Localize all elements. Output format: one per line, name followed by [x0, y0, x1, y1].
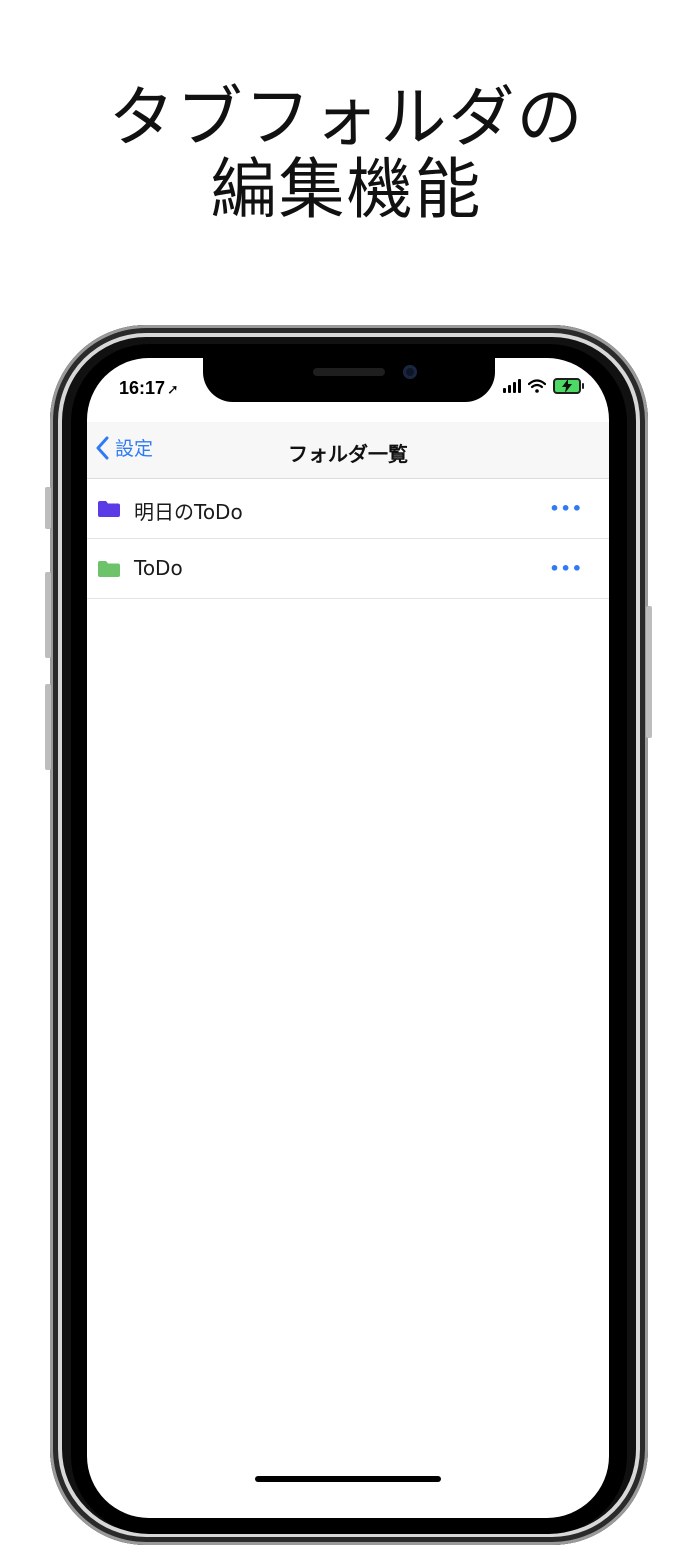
folder-name: ToDo [134, 556, 183, 580]
folder-name: 明日のToDo [134, 500, 243, 524]
cellular-signal-icon [503, 379, 521, 393]
notch [203, 358, 495, 402]
speaker-grille [313, 368, 385, 376]
status-indicators [503, 378, 584, 394]
more-options-button[interactable]: ••• [549, 499, 583, 518]
navigation-bar: 設定 フォルダ一覧 [87, 422, 609, 479]
headline-line-1: タブフォルダの [108, 79, 585, 156]
promo-headline: タブフォルダの 編集機能 [0, 82, 693, 226]
phone-side-button-silent [45, 487, 51, 529]
headline-line-2: 編集機能 [210, 151, 483, 228]
phone-screen: 16:17 ➚ 設定 フォルダ一覧 明日のToDo ••• ToDo ••• [87, 358, 609, 1518]
phone-side-button-power [646, 606, 652, 738]
folder-row[interactable]: ToDo ••• [87, 539, 609, 599]
folder-icon [98, 561, 120, 577]
front-camera [403, 365, 417, 379]
page-title: フォルダ一覧 [288, 442, 408, 466]
folder-icon [98, 501, 120, 517]
status-time: 16:17 ➚ [119, 378, 179, 399]
battery-charging-icon [553, 378, 584, 394]
phone-side-button-volume-down [45, 684, 51, 770]
phone-side-button-volume-up [45, 572, 51, 658]
wifi-icon [528, 379, 546, 393]
home-indicator[interactable] [255, 1476, 441, 1482]
location-arrow-icon: ➚ [167, 381, 179, 397]
status-time-text: 16:17 [119, 378, 166, 398]
more-options-button[interactable]: ••• [549, 559, 583, 578]
folder-row[interactable]: 明日のToDo ••• [87, 479, 609, 539]
